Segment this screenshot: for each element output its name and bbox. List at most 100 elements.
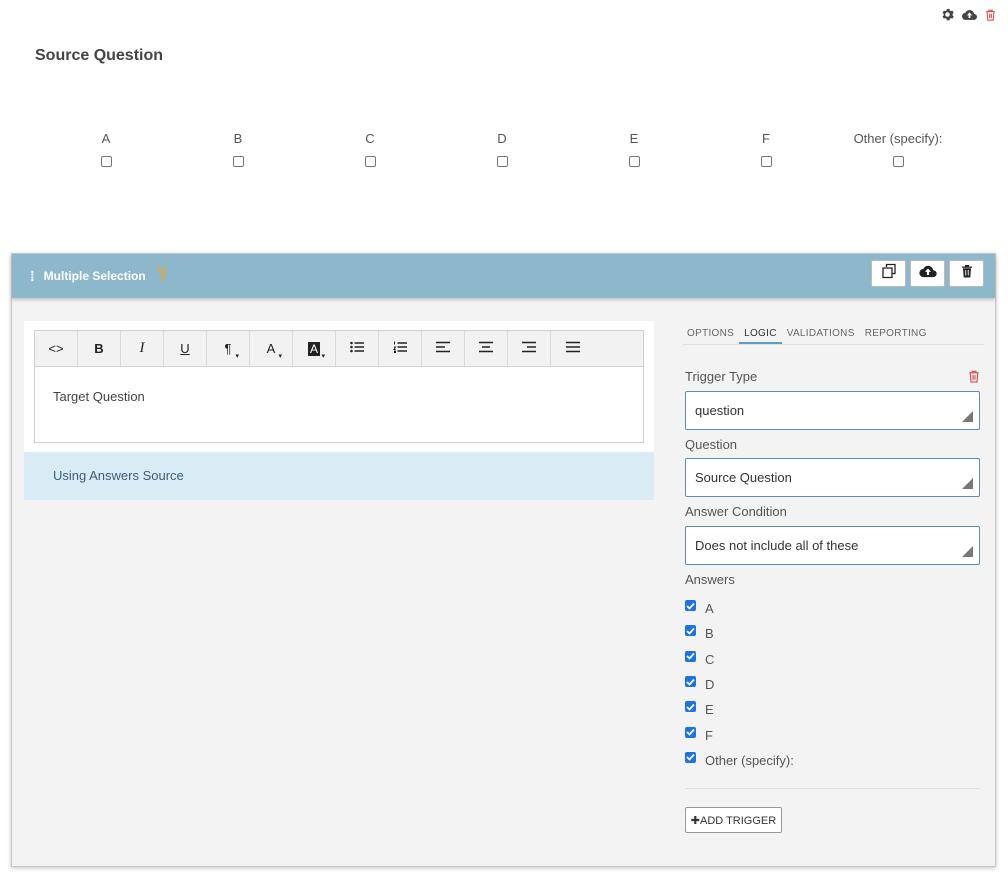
tab-logic[interactable]: LOGIC [739, 322, 782, 344]
add-trigger-button[interactable]: ✚ADD TRIGGER [685, 807, 782, 833]
source-option-checkbox[interactable] [760, 156, 772, 167]
background-color-icon: A [307, 341, 320, 356]
source-option-checkbox[interactable] [892, 156, 904, 167]
code-icon: <> [48, 341, 64, 356]
align-center-icon [479, 341, 493, 356]
answer-checkbox[interactable] [685, 726, 696, 738]
answer-item: A [685, 596, 794, 621]
settings-tabs: OPTIONS LOGIC VALIDATIONS REPORTING [682, 322, 984, 345]
underline-button[interactable]: U [164, 331, 207, 366]
copy-button[interactable] [871, 260, 906, 287]
copy-icon [881, 263, 897, 284]
paragraph-style-button[interactable]: ¶ ▾ [207, 331, 250, 366]
trash-icon [961, 264, 973, 283]
branch-logic-icon [156, 266, 168, 287]
card-title: Multiple Selection [43, 269, 146, 283]
answer-checkbox[interactable] [685, 625, 696, 637]
background-color-button[interactable]: A ▾ [293, 331, 336, 366]
drag-handle-icon[interactable]: ⁞ [30, 268, 35, 284]
answer-item: E [685, 697, 794, 722]
answers-list: A B C D E F Other (specify): [685, 596, 794, 773]
ordered-list-icon [393, 341, 407, 356]
source-option: Other (specify): [832, 131, 964, 167]
source-option-checkbox[interactable] [100, 156, 112, 167]
answer-item: B [685, 621, 794, 646]
align-center-button[interactable] [465, 331, 508, 366]
gear-icon[interactable] [941, 8, 954, 21]
source-option-checkbox[interactable] [364, 156, 376, 167]
cloud-upload-icon[interactable] [962, 9, 977, 21]
source-option: F [700, 131, 832, 167]
delete-trigger-icon[interactable] [968, 370, 980, 388]
answer-condition-value: Does not include all of these [695, 538, 859, 553]
tab-options[interactable]: OPTIONS [682, 322, 739, 344]
card-header: ⁞ Multiple Selection [12, 254, 995, 298]
unordered-list-icon [350, 341, 364, 356]
font-color-button[interactable]: A ▾ [250, 331, 293, 366]
source-option-label: B [233, 131, 243, 146]
editor-wrapper: <> B I U ¶ ▾ A ▾ A ▾ Target Question [24, 321, 654, 452]
trigger-type-label: Trigger Type [685, 369, 758, 384]
justify-icon [565, 341, 580, 356]
answer-label: D [705, 677, 715, 693]
italic-button[interactable]: I [121, 331, 164, 366]
trigger-type-value: question [695, 403, 745, 418]
paragraph-icon: ¶ [224, 341, 232, 356]
unordered-list-button[interactable] [336, 331, 379, 366]
source-option: A [40, 131, 172, 167]
justify-button[interactable] [551, 331, 594, 366]
answer-condition-select[interactable]: Does not include all of these [685, 526, 980, 565]
trigger-type-select[interactable]: question [685, 391, 980, 430]
answer-condition-label: Answer Condition [685, 504, 787, 519]
source-option-checkbox[interactable] [496, 156, 508, 167]
answer-checkbox[interactable] [685, 676, 696, 688]
source-option: B [172, 131, 304, 167]
tab-reporting[interactable]: REPORTING [860, 322, 932, 344]
answer-label: Other (specify): [705, 752, 794, 768]
answer-checkbox[interactable] [685, 701, 696, 713]
dropdown-arrow-icon [962, 546, 973, 557]
delete-question-button[interactable] [949, 260, 984, 287]
source-option-label: E [629, 131, 639, 146]
save-to-library-button[interactable] [910, 260, 945, 287]
question-select[interactable]: Source Question [685, 458, 980, 497]
italic-icon: I [139, 340, 145, 356]
answer-checkbox[interactable] [685, 751, 696, 763]
source-option-label: Other (specify): [853, 131, 943, 146]
source-option: C [304, 131, 436, 167]
editor-text: Target Question [53, 389, 145, 404]
answer-checkbox[interactable] [685, 650, 696, 662]
using-answers-source-bar: Using Answers Source [24, 452, 654, 500]
answer-label: F [705, 727, 713, 743]
dropdown-arrow-icon [962, 478, 973, 489]
card-header-actions [871, 260, 984, 287]
source-option-checkbox[interactable] [628, 156, 640, 167]
answer-item: Other (specify): [685, 748, 794, 773]
answer-item: D [685, 672, 794, 697]
tab-validations[interactable]: VALIDATIONS [782, 322, 860, 344]
font-color-icon: A [266, 341, 276, 356]
editor-toolbar: <> B I U ¶ ▾ A ▾ A ▾ [35, 331, 643, 367]
rich-text-editor: <> B I U ¶ ▾ A ▾ A ▾ Target Question [34, 330, 644, 443]
trash-icon[interactable] [985, 9, 996, 21]
answer-label: B [705, 626, 714, 642]
question-value: Source Question [695, 470, 792, 485]
divider [685, 788, 980, 789]
source-option: D [436, 131, 568, 167]
question-card: ⁞ Multiple Selection <> B I U ¶ ▾ A ▾ A … [11, 253, 996, 867]
underline-icon: U [180, 341, 190, 356]
top-actions [941, 8, 996, 21]
align-left-button[interactable] [422, 331, 465, 366]
source-option-label: F [762, 131, 770, 146]
source-option-checkbox[interactable] [232, 156, 244, 167]
question-label: Question [685, 437, 738, 452]
align-right-button[interactable] [508, 331, 551, 366]
answer-checkbox[interactable] [685, 600, 696, 612]
source-option: E [568, 131, 700, 167]
editor-content[interactable]: Target Question [35, 367, 643, 426]
source-option-label: D [497, 131, 507, 146]
bold-button[interactable]: B [78, 331, 121, 366]
ordered-list-button[interactable] [379, 331, 422, 366]
align-left-icon [436, 341, 450, 356]
code-view-button[interactable]: <> [35, 331, 78, 366]
